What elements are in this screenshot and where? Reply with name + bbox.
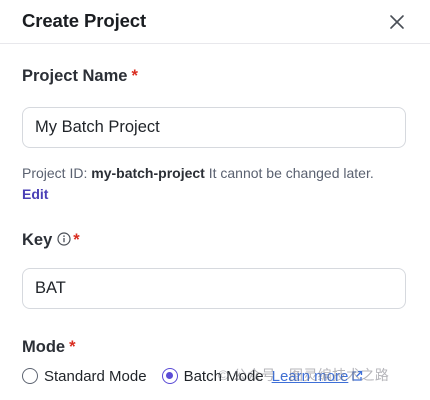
mode-label-text: Mode <box>22 338 66 356</box>
required-marker: * <box>69 338 76 356</box>
project-name-label-text: Project Name <box>22 67 128 85</box>
project-id-note: It cannot be changed later. <box>208 165 374 181</box>
close-icon <box>390 15 404 29</box>
project-id-value: my-batch-project <box>91 165 205 181</box>
dialog-header: Create Project <box>0 0 430 44</box>
key-label-text: Key <box>22 231 53 249</box>
standard-mode-radio[interactable] <box>22 368 38 384</box>
batch-mode-radio[interactable] <box>161 368 178 384</box>
required-marker: * <box>73 231 80 249</box>
project-name-label: Project Name * <box>22 67 138 86</box>
mode-label: Mode * <box>22 338 76 357</box>
required-marker: * <box>131 67 138 85</box>
close-button[interactable] <box>386 11 408 33</box>
dialog-title: Create Project <box>22 10 147 31</box>
info-icon[interactable] <box>57 232 71 246</box>
key-input[interactable] <box>22 268 406 309</box>
project-id-prefix: Project ID: <box>22 165 88 181</box>
project-name-input[interactable] <box>22 107 406 148</box>
key-label: Key * <box>22 231 80 250</box>
standard-mode-option[interactable]: Standard Mode <box>22 368 147 385</box>
project-id-hint: Project ID: my-batch-project It cannot b… <box>22 165 374 181</box>
standard-mode-label: Standard Mode <box>44 367 147 385</box>
edit-project-id-link[interactable]: Edit <box>22 186 48 202</box>
watermark: © 公众号 · 图灵编技术之路 <box>218 367 390 383</box>
